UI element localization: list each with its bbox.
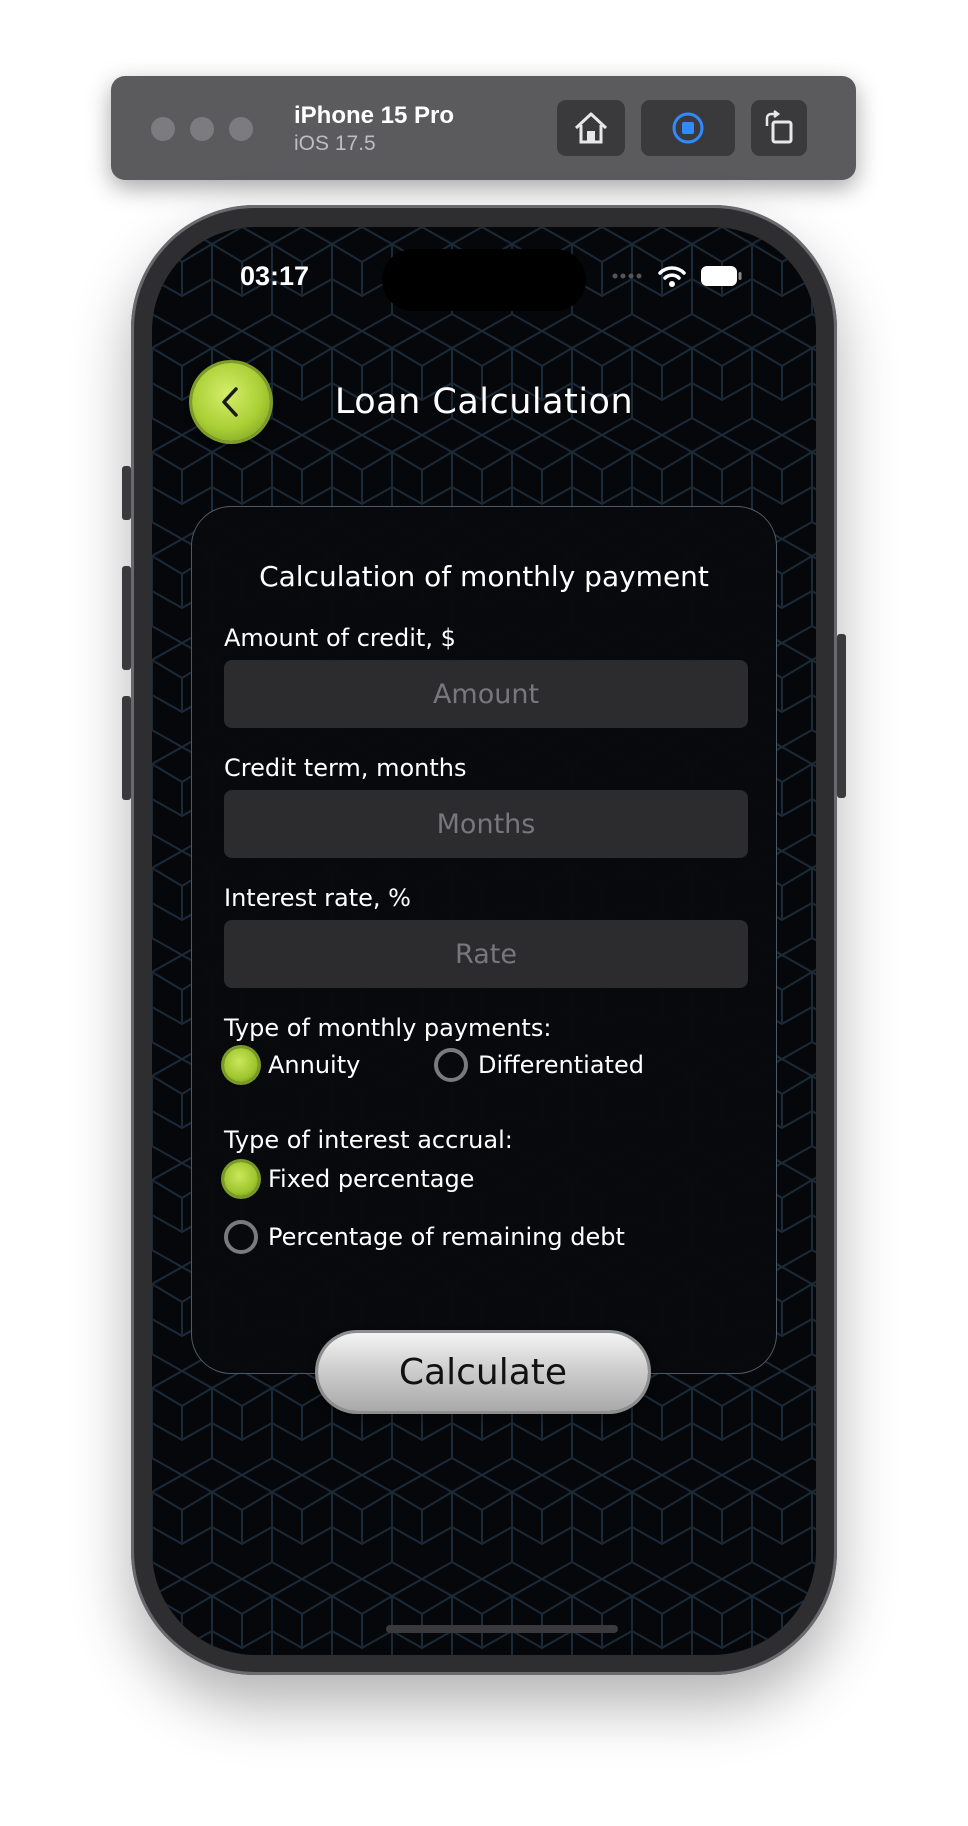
term-input[interactable] <box>224 790 748 858</box>
page-title: Loan Calculation <box>334 382 634 422</box>
device-name: iPhone 15 Pro <box>294 102 455 129</box>
window-close-dot[interactable] <box>151 117 175 141</box>
battery-icon <box>701 266 742 286</box>
signal-dots-icon <box>612 273 642 279</box>
screenshot-icon <box>672 112 704 144</box>
rotate-icon <box>765 110 793 144</box>
card-title: Calculation of monthly payment <box>259 560 709 593</box>
radio-unselected-indicator <box>224 1220 258 1254</box>
payment-type-label: Type of monthly payments: <box>224 1014 552 1042</box>
radio-selected-indicator <box>224 1162 258 1196</box>
rate-input[interactable] <box>224 920 748 988</box>
device-os-version: iOS 17.5 <box>294 132 376 155</box>
accrual-type-label: Type of interest accrual: <box>224 1126 513 1154</box>
dynamic-island <box>382 249 586 311</box>
radio-label: Annuity <box>268 1051 361 1079</box>
radio-label: Differentiated <box>478 1051 644 1079</box>
status-icons <box>612 265 742 287</box>
radio-label: Fixed percentage <box>268 1165 475 1193</box>
radio-unselected-indicator <box>434 1048 468 1082</box>
action-button <box>122 466 131 520</box>
wifi-icon <box>658 266 686 287</box>
radio-fixed-percentage[interactable]: Fixed percentage <box>224 1162 474 1196</box>
rate-label: Interest rate, % <box>224 884 411 912</box>
home-icon <box>574 112 608 144</box>
simulator-toolbar: iPhone 15 Pro iOS 17.5 <box>111 76 856 180</box>
radio-label: Percentage of remaining debt <box>268 1223 625 1251</box>
volume-up-button <box>122 566 131 670</box>
rotate-button[interactable] <box>751 100 807 156</box>
radio-differentiated[interactable]: Differentiated <box>434 1048 644 1082</box>
window-zoom-dot[interactable] <box>229 117 253 141</box>
calculation-card: Calculation of monthly payment Amount of… <box>191 506 777 1374</box>
screenshot-button[interactable] <box>641 100 735 156</box>
home-button[interactable] <box>557 100 625 156</box>
window-minimize-dot[interactable] <box>190 117 214 141</box>
amount-label: Amount of credit, $ <box>224 624 456 652</box>
home-indicator[interactable] <box>386 1625 618 1633</box>
status-time: 03:17 <box>240 261 310 291</box>
radio-remaining-debt[interactable]: Percentage of remaining debt <box>224 1220 625 1254</box>
volume-down-button <box>122 696 131 800</box>
amount-input[interactable] <box>224 660 748 728</box>
phone-screen: 03:17 Loan Calculation Calculation of mo… <box>152 227 816 1655</box>
power-button <box>837 634 846 798</box>
radio-annuity[interactable]: Annuity <box>224 1048 360 1082</box>
radio-selected-indicator <box>224 1048 258 1082</box>
calculate-button[interactable]: Calculate <box>318 1333 648 1411</box>
term-label: Credit term, months <box>224 754 467 782</box>
